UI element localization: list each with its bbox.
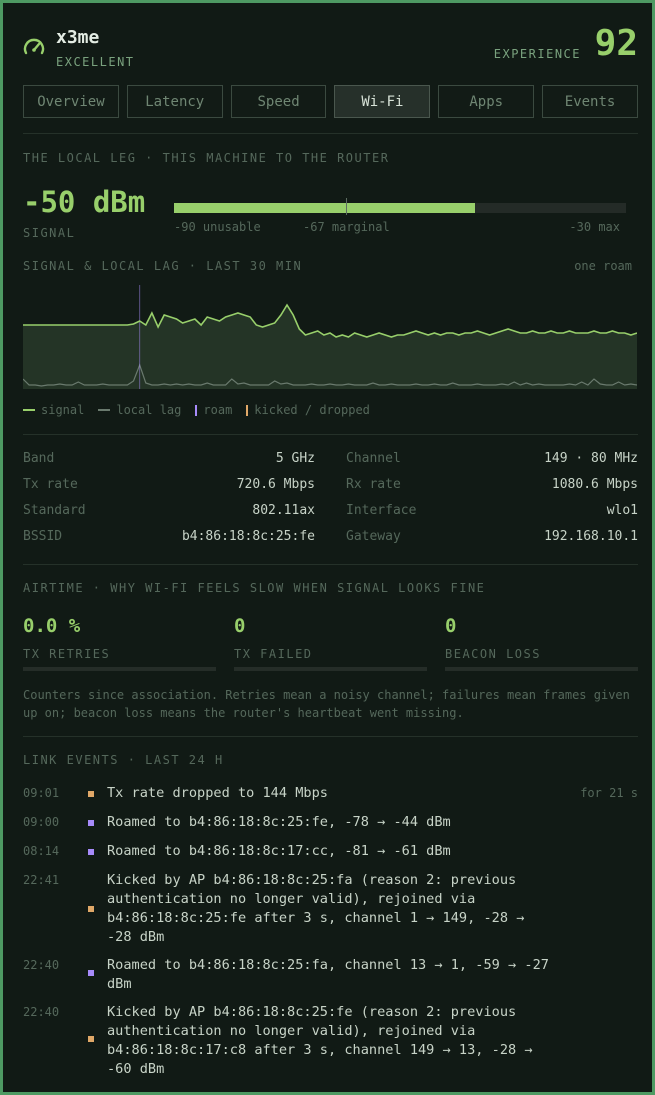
- stat-row: Standard 802.11ax Interface wlo1: [23, 503, 638, 519]
- beacon-loss-stat: 0 BEACON LOSS: [445, 615, 638, 671]
- stat-key: Gateway: [346, 529, 401, 544]
- stat-value: 5 GHz: [275, 451, 315, 466]
- stat-key: Standard: [23, 503, 86, 518]
- beacon-loss-value: 0: [445, 615, 457, 637]
- legend-lag: local lag: [98, 403, 181, 417]
- signal-area: [23, 305, 637, 389]
- tab-latency[interactable]: Latency: [126, 85, 223, 118]
- roam-marker-icon: [88, 820, 94, 826]
- stat-value: wlo1: [606, 503, 638, 518]
- event-text: Roamed to b4:86:18:8c:25:fe, -78 → -44 d…: [107, 814, 451, 830]
- stat-key: Channel: [346, 451, 401, 466]
- event-time: 09:00: [23, 815, 60, 829]
- stat-row: BSSID b4:86:18:8c:25:fe Gateway 192.168.…: [23, 529, 638, 545]
- status-text: EXCELLENT: [56, 55, 135, 69]
- event-text: Kicked by AP b4:86:18:8c:25:fe (reason 2…: [107, 1004, 533, 1077]
- signal-meter-fill: [174, 203, 476, 213]
- legend-roam-label: roam: [203, 403, 233, 417]
- tx-retries-stat: 0.0 % TX RETRIES: [23, 615, 216, 671]
- event-time: 22:41: [23, 873, 60, 887]
- tx-retries-label: TX RETRIES: [23, 647, 111, 661]
- legend-roam-swatch: [195, 404, 198, 416]
- experience-label: EXPERIENCE: [493, 47, 581, 61]
- event-time: 22:40: [23, 1005, 60, 1019]
- tab-bar: Overview Latency Speed Wi-Fi Apps Events: [23, 85, 638, 118]
- section-title-local-leg: THE LOCAL LEG · THIS MACHINE TO THE ROUT…: [23, 151, 390, 165]
- signal-label: SIGNAL: [23, 226, 76, 240]
- scale-mid-label: -67 marginal: [303, 220, 390, 234]
- legend-lag-label: local lag: [116, 403, 182, 417]
- stat-value: 802.11ax: [252, 503, 315, 518]
- stat-value: 192.168.10.1: [544, 529, 638, 544]
- legend-kicked-swatch: [246, 404, 249, 416]
- tx-failed-stat: 0 TX FAILED: [234, 615, 427, 671]
- chart-title: SIGNAL & LOCAL LAG · LAST 30 MIN: [23, 259, 303, 273]
- signal-meter: [174, 198, 626, 215]
- stat-value: 720.6 Mbps: [236, 477, 315, 492]
- divider: [23, 434, 638, 435]
- divider: [23, 564, 638, 565]
- signal-lag-chart: [23, 285, 637, 389]
- header: x3me EXCELLENT EXPERIENCE 92: [23, 23, 638, 73]
- roam-marker-icon: [88, 970, 94, 976]
- tx-retries-bar: [23, 667, 216, 671]
- marginal-tick: [346, 198, 347, 215]
- chart-legend: signal local lag roam kicked / dropped: [23, 403, 370, 417]
- beacon-loss-bar: [445, 667, 638, 671]
- tx-failed-label: TX FAILED: [234, 647, 313, 661]
- legend-signal-swatch: [23, 409, 35, 411]
- legend-kicked-label: kicked / dropped: [254, 403, 370, 417]
- stat-value: 1080.6 Mbps: [551, 477, 638, 492]
- signal-value: -50 dBm: [23, 185, 146, 219]
- legend-kicked: kicked / dropped: [246, 403, 370, 417]
- legend-signal-label: signal: [41, 403, 85, 417]
- event-text: Kicked by AP b4:86:18:8c:25:fa (reason 2…: [107, 872, 525, 945]
- stat-row: Tx rate 720.6 Mbps Rx rate 1080.6 Mbps: [23, 477, 638, 493]
- stat-row: Band 5 GHz Channel 149 · 80 MHz: [23, 451, 638, 467]
- host-name: x3me: [56, 27, 100, 48]
- airtime-note: Counters since association. Retries mean…: [23, 688, 630, 720]
- stat-value: b4:86:18:8c:25:fe: [181, 529, 315, 544]
- tab-overview[interactable]: Overview: [23, 85, 119, 118]
- link-events-title: LINK EVENTS · LAST 24 H: [23, 753, 224, 767]
- scale-min-label: -90 unusable: [174, 220, 261, 234]
- stat-key: Interface: [346, 503, 417, 518]
- airtime-title: AIRTIME · WHY WI-FI FEELS SLOW WHEN SIGN…: [23, 581, 486, 595]
- gauge-icon: [23, 38, 45, 55]
- stat-key: BSSID: [23, 529, 63, 544]
- kicked-marker-icon: [88, 791, 94, 797]
- tx-failed-value: 0: [234, 615, 246, 637]
- tab-events[interactable]: Events: [542, 85, 638, 118]
- event-time: 08:14: [23, 844, 60, 858]
- divider: [23, 133, 638, 134]
- chart-note: one roam: [574, 259, 632, 273]
- stat-key: Band: [23, 451, 55, 466]
- tab-wifi[interactable]: Wi-Fi: [334, 85, 431, 118]
- wifi-panel: x3me EXCELLENT EXPERIENCE 92 Overview La…: [0, 0, 655, 1095]
- tx-failed-bar: [234, 667, 427, 671]
- divider: [23, 736, 638, 737]
- experience-score: 92: [594, 23, 638, 64]
- tab-apps[interactable]: Apps: [438, 85, 535, 118]
- event-time: 22:40: [23, 958, 60, 972]
- stat-value: 149 · 80 MHz: [544, 451, 638, 466]
- stat-key: Tx rate: [23, 477, 78, 492]
- beacon-loss-label: BEACON LOSS: [445, 647, 541, 661]
- stat-key: Rx rate: [346, 477, 401, 492]
- tx-retries-value: 0.0 %: [23, 615, 81, 637]
- kicked-marker-icon: [88, 1036, 94, 1042]
- legend-signal: signal: [23, 403, 84, 417]
- event-text: Roamed to b4:86:18:8c:17:cc, -81 → -61 d…: [107, 843, 451, 859]
- event-time: 09:01: [23, 786, 60, 800]
- event-text: Roamed to b4:86:18:8c:25:fa, channel 13 …: [107, 957, 549, 992]
- event-duration: for 21 s: [580, 786, 638, 800]
- kicked-marker-icon: [88, 906, 94, 912]
- roam-marker-icon: [88, 849, 94, 855]
- scale-max-label: -30 max: [569, 220, 620, 234]
- event-text: Tx rate dropped to 144 Mbps: [107, 785, 328, 801]
- legend-lag-swatch: [98, 409, 111, 411]
- legend-roam: roam: [195, 403, 232, 417]
- tab-speed[interactable]: Speed: [230, 85, 327, 118]
